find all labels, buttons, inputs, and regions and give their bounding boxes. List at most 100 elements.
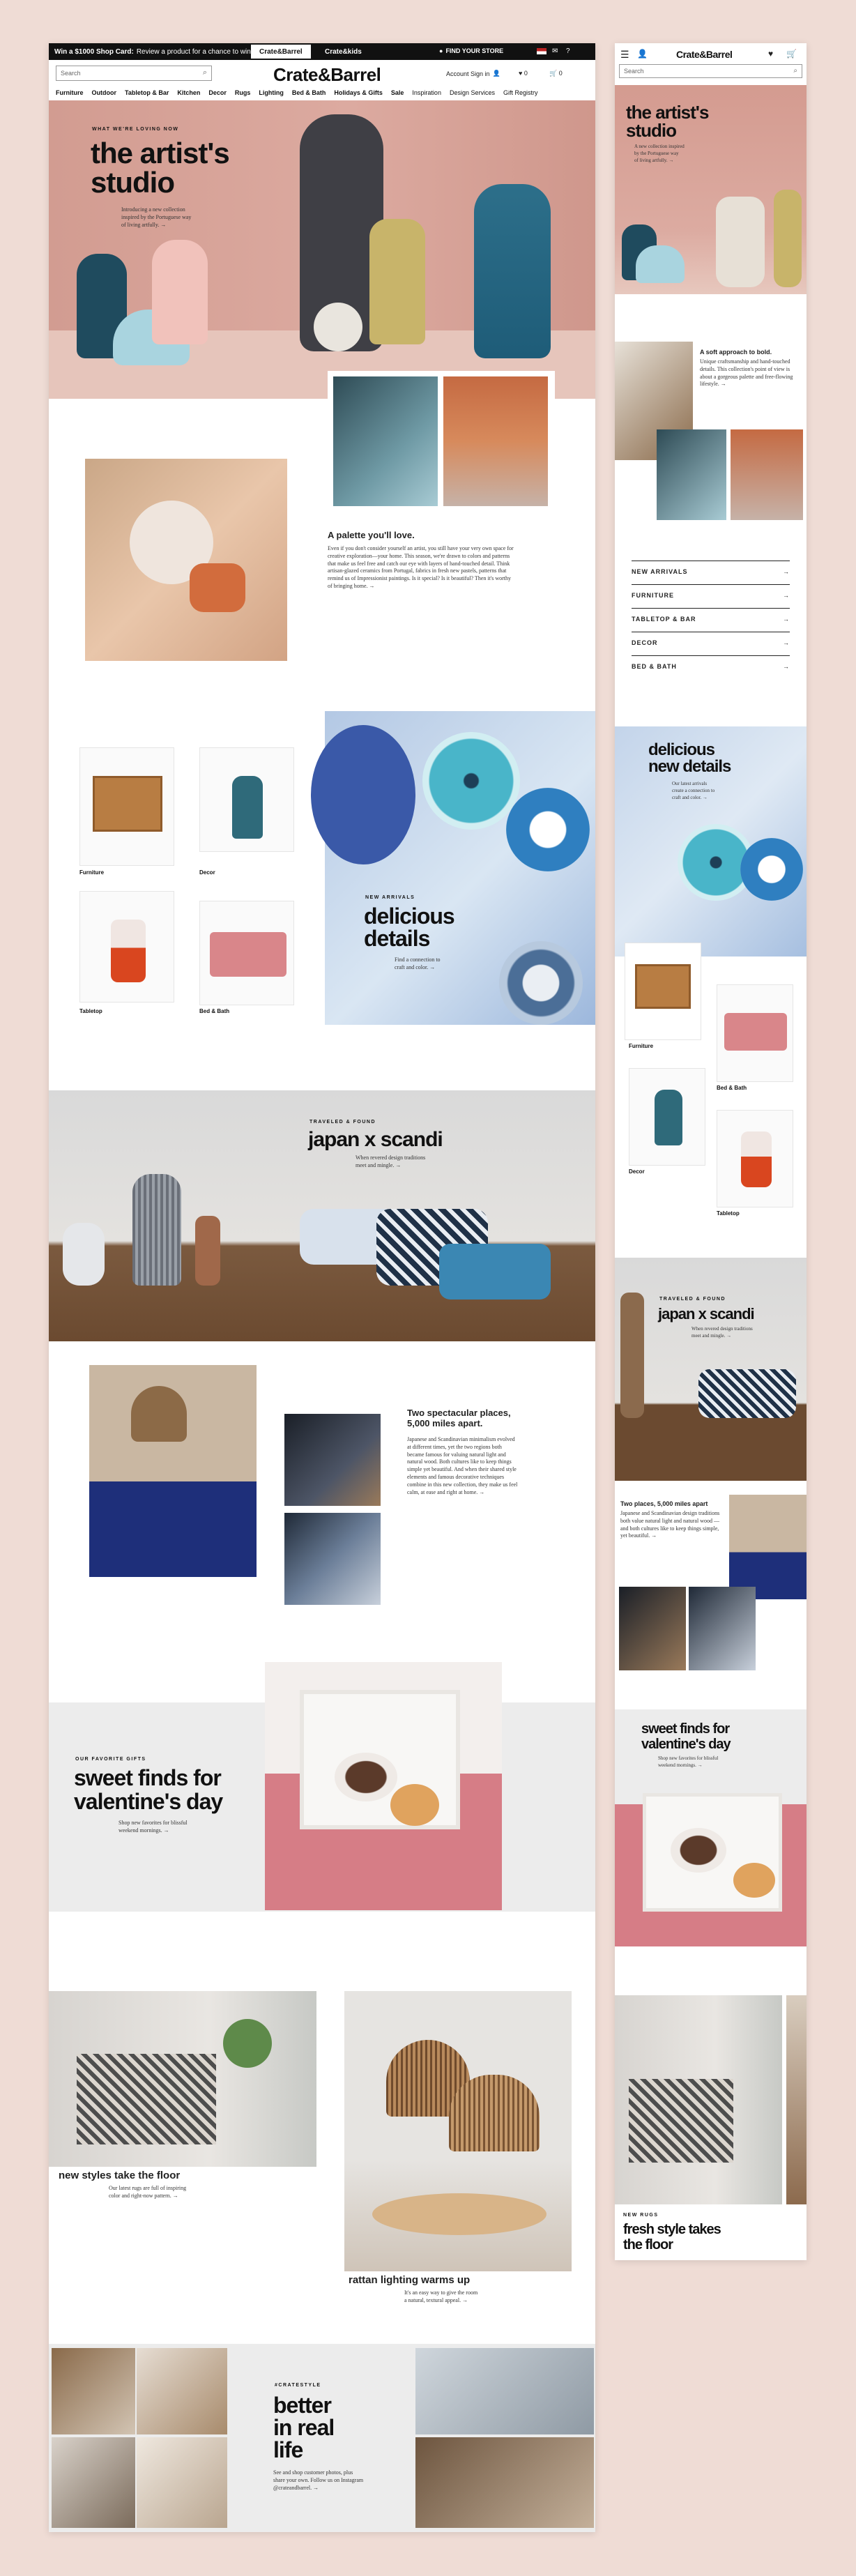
nav-sale[interactable]: Sale (391, 89, 404, 96)
mobile-japan-banner[interactable]: TRAVELED & FOUND japan x scandi When rev… (615, 1258, 807, 1481)
chopsticks-image[interactable] (284, 1513, 381, 1605)
mobile-rugs-image[interactable] (615, 1995, 782, 2204)
nav-bed-bath[interactable]: Bed & Bath (292, 89, 326, 96)
mobile-hero[interactable]: the artist's studio A new collection ins… (615, 85, 807, 294)
nav-inspiration[interactable]: Inspiration (412, 89, 441, 96)
link-bed-bath[interactable]: BED & BATH → (632, 655, 790, 670)
mobile-category-tabletop-image[interactable] (717, 1110, 793, 1207)
tab-crate-kids[interactable]: Crate&kids (316, 45, 370, 59)
mobile-category-decor-label[interactable]: Decor (629, 1168, 645, 1175)
mobile-japan-sub-2[interactable]: meet and mingle. → (691, 1333, 731, 1339)
mobile-category-furniture-image[interactable] (625, 943, 701, 1040)
mobile-logo[interactable]: Crate&Barrel (676, 49, 733, 60)
mobile-hero-sub-3[interactable]: of living artfully. → (634, 158, 673, 164)
hero-banner[interactable]: WHAT WE'RE LOVING NOW the artist's studi… (49, 100, 595, 399)
rattan-image[interactable] (344, 1991, 572, 2271)
ugc-body[interactable]: See and shop customer photos, plus share… (273, 2469, 364, 2492)
cart-link[interactable]: 🛒 0 (549, 70, 563, 77)
tea-set-image[interactable] (284, 1414, 381, 1506)
japan-scandi-banner[interactable]: TRAVELED & FOUND japan x scandi When rev… (49, 1090, 595, 1341)
mobile-valentine-sub-2[interactable]: weekend mornings. → (658, 1762, 703, 1769)
valentine-sub-2[interactable]: weekend mornings. → (119, 1827, 169, 1835)
user-icon[interactable]: 👤 (637, 49, 648, 59)
mobile-places-body: Japanese and Scandinavian design traditi… (620, 1510, 720, 1539)
valentine-image[interactable] (265, 1662, 502, 1910)
nav-holidays[interactable]: Holidays & Gifts (334, 89, 383, 96)
search-input[interactable]: Search ⌕ (56, 66, 212, 81)
palette-collage[interactable] (328, 371, 555, 512)
folded-blanket-image (724, 1013, 787, 1051)
hero-sub-3[interactable]: of living artfully. → (121, 222, 166, 229)
japan-eyebrow: TRAVELED & FOUND (309, 1120, 376, 1125)
cart-icon[interactable]: 🛒 (786, 49, 797, 59)
mobile-category-tabletop-label[interactable]: Tabletop (717, 1210, 740, 1217)
japan-title: japan x scandi (308, 1128, 443, 1151)
category-tabletop-label[interactable]: Tabletop (79, 1008, 102, 1014)
category-tabletop-image[interactable] (79, 891, 174, 1003)
mobile-category-decor-image[interactable] (629, 1068, 705, 1166)
rugs-sub-2[interactable]: color and right-now pattern. → (109, 2193, 178, 2200)
nav-rugs[interactable]: Rugs (235, 89, 251, 96)
search-icon[interactable]: ⌕ (203, 68, 207, 77)
mobile-delicious-sub-3[interactable]: craft and color. → (672, 795, 708, 801)
help-icon[interactable]: ? (566, 47, 570, 55)
rattan-sub-2[interactable]: a natural, textural appeal. → (404, 2297, 468, 2305)
account-link[interactable]: Account Sign in 👤 (446, 70, 500, 77)
heart-icon[interactable]: ♥ (768, 49, 773, 59)
find-store-link[interactable]: ● FIND YOUR STORE (439, 47, 503, 54)
mail-icon[interactable]: ✉ (552, 47, 558, 55)
new-arrivals-sub-2[interactable]: craft and color. → (395, 964, 435, 972)
link-furniture[interactable]: FURNITURE → (632, 584, 790, 599)
nav-outdoor[interactable]: Outdoor (92, 89, 117, 96)
category-bed-bath-label[interactable]: Bed & Bath (199, 1008, 229, 1014)
nav-furniture[interactable]: Furniture (56, 89, 84, 96)
nav-lighting[interactable]: Lighting (259, 89, 284, 96)
mobile-pillows-image[interactable] (731, 429, 803, 520)
favorites-link[interactable]: ♥ 0 (519, 70, 528, 77)
mobile-delicious-banner[interactable]: delicious new details Our latest arrival… (615, 726, 807, 957)
table-setting-image[interactable] (85, 459, 287, 661)
category-furniture-label[interactable]: Furniture (79, 869, 104, 876)
ugc-photo-2[interactable] (137, 2348, 227, 2434)
ugc-photo-6[interactable] (415, 2437, 594, 2528)
category-decor-label[interactable]: Decor (199, 869, 215, 876)
nav-decor[interactable]: Decor (208, 89, 227, 96)
mobile-tea-set-image[interactable] (619, 1587, 686, 1670)
mobile-next-slide-image[interactable] (786, 1995, 807, 2204)
category-bed-bath-image[interactable] (199, 901, 294, 1005)
rugs-image[interactable] (49, 1991, 316, 2167)
nav-kitchen[interactable]: Kitchen (177, 89, 200, 96)
search-icon[interactable]: ⌕ (793, 67, 797, 75)
mobile-category-furniture-label[interactable]: Furniture (629, 1043, 653, 1049)
nav-gift-registry[interactable]: Gift Registry (503, 89, 538, 96)
nav-tabletop[interactable]: Tabletop & Bar (125, 89, 169, 96)
mobile-chopsticks-image[interactable] (689, 1587, 756, 1670)
mobile-cabinet-image[interactable] (729, 1495, 807, 1599)
mobile-soft-title: A soft approach to bold. (700, 349, 772, 356)
rattan-title: rattan lighting warms up (349, 2274, 471, 2286)
japan-sub-2[interactable]: meet and mingle. → (356, 1162, 401, 1170)
mobile-plates-image[interactable] (657, 429, 726, 520)
hamburger-icon[interactable]: ☰ (620, 49, 629, 61)
tab-crate-barrel[interactable]: Crate&Barrel (251, 45, 311, 59)
link-tabletop-bar[interactable]: TABLETOP & BAR → (632, 608, 790, 623)
mobile-search-input[interactable]: Search ⌕ (619, 64, 802, 78)
blue-plate-image (311, 725, 415, 864)
mobile-category-bed-bath-label[interactable]: Bed & Bath (717, 1085, 747, 1091)
mobile-category-bed-bath-image[interactable] (717, 984, 793, 1082)
new-arrivals-banner[interactable]: NEW ARRIVALS delicious details Find a co… (311, 711, 595, 1025)
nav-design-services[interactable]: Design Services (450, 89, 495, 96)
link-decor[interactable]: DECOR → (632, 632, 790, 646)
ugc-photo-4[interactable] (137, 2437, 227, 2528)
category-furniture-image[interactable] (79, 747, 174, 866)
blue-cabinet-frame[interactable] (84, 1359, 262, 1583)
site-logo[interactable]: Crate&Barrel (273, 64, 381, 86)
mobile-valentine-banner[interactable]: sweet finds for valentine's day Shop new… (615, 1709, 807, 1946)
ugc-photo-3[interactable] (52, 2437, 135, 2528)
ugc-photo-5[interactable] (415, 2348, 594, 2434)
ugc-photo-1[interactable] (52, 2348, 135, 2434)
us-flag-icon[interactable] (537, 48, 547, 54)
link-new-arrivals[interactable]: NEW ARRIVALS → (632, 561, 790, 575)
arrow-right-icon: → (783, 592, 790, 599)
category-decor-image[interactable] (199, 747, 294, 852)
